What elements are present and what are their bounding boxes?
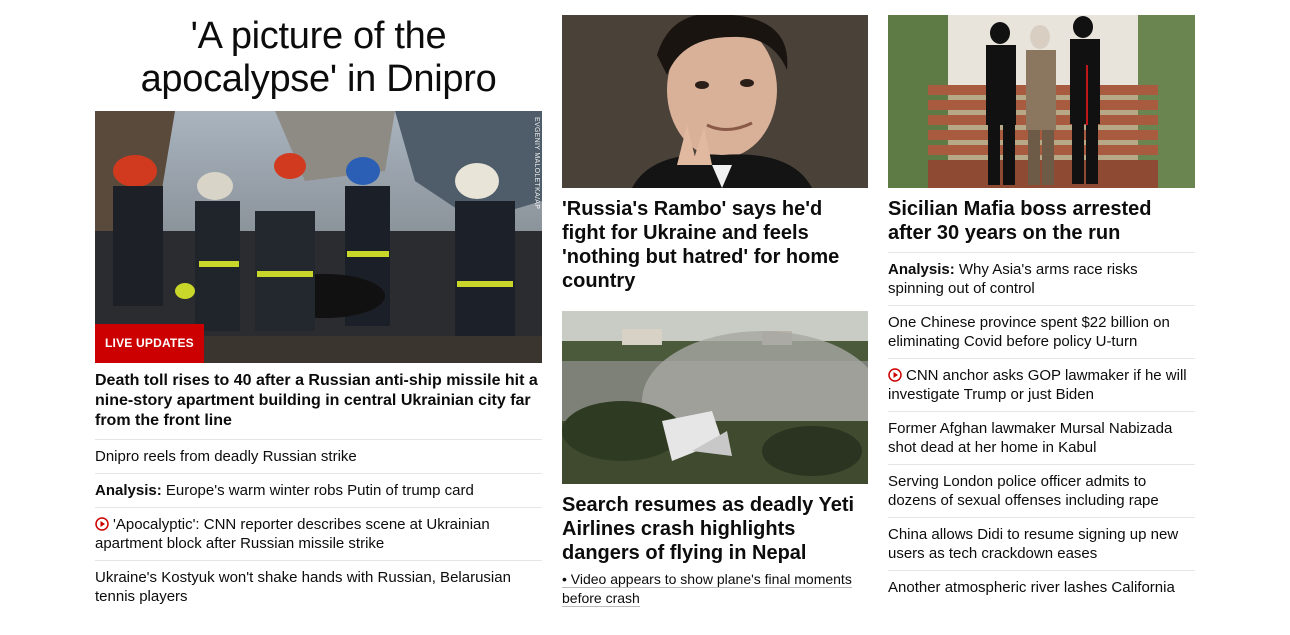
analysis-label: Analysis: <box>95 482 162 499</box>
list-item[interactable]: Analysis: Why Asia's arms race risks spi… <box>888 252 1195 305</box>
live-updates-badge[interactable]: LIVE UPDATES <box>95 324 204 363</box>
crash-site-photo <box>562 311 868 484</box>
play-circle-icon <box>95 517 109 531</box>
link-text: Europe's warm winter robs Putin of trump… <box>161 482 474 499</box>
mafia-headline[interactable]: Sicilian Mafia boss arrested after 30 ye… <box>888 188 1195 252</box>
list-item[interactable]: Analysis: Europe's warm winter robs Puti… <box>95 473 542 507</box>
link-text: One Chinese province spent $22 billion o… <box>888 314 1170 350</box>
mafia-story-image[interactable] <box>888 15 1195 188</box>
list-item[interactable]: Another atmospheric river lashes Califor… <box>888 570 1195 604</box>
link-text: China allows Didi to resume signing up n… <box>888 526 1179 562</box>
crash-video-link[interactable]: • Video appears to show plane's final mo… <box>562 565 868 608</box>
list-item[interactable]: Former Afghan lawmaker Mursal Nabizada s… <box>888 411 1195 464</box>
play-circle-icon <box>888 368 902 382</box>
related-links-list: Dnipro reels from deadly Russian strike A… <box>95 439 542 613</box>
crash-video-link-text: • Video appears to show plane's final mo… <box>562 571 852 607</box>
list-item[interactable]: CNN anchor asks GOP lawmaker if he will … <box>888 358 1195 411</box>
rambo-headline[interactable]: 'Russia's Rambo' says he'd fight for Ukr… <box>562 188 868 293</box>
link-text: Another atmospheric river lashes Califor… <box>888 579 1175 596</box>
link-text: CNN anchor asks GOP lawmaker if he will … <box>888 367 1187 403</box>
list-item[interactable]: 'Apocalyptic': CNN reporter describes sc… <box>95 507 542 560</box>
list-item[interactable]: Dnipro reels from deadly Russian strike <box>95 439 542 473</box>
link-text: Ukraine's Kostyuk won't shake hands with… <box>95 569 511 605</box>
link-text: Former Afghan lawmaker Mursal Nabizada s… <box>888 420 1173 456</box>
nepal-crash-headline[interactable]: Search resumes as deadly Yeti Airlines c… <box>562 484 868 565</box>
plane-crash-image[interactable] <box>562 311 868 484</box>
list-item[interactable]: Serving London police officer admits to … <box>888 464 1195 517</box>
link-text: Dnipro reels from deadly Russian strike <box>95 448 357 465</box>
list-item[interactable]: Ukraine's Kostyuk won't shake hands with… <box>95 560 542 613</box>
lead-story-column: 'A picture of the apocalypse' in Dnipro <box>95 15 542 613</box>
right-story-column: Sicilian Mafia boss arrested after 30 ye… <box>888 15 1195 604</box>
link-text: Serving London police officer admits to … <box>888 473 1159 509</box>
link-text: 'Apocalyptic': CNN reporter describes sc… <box>95 516 490 552</box>
right-links-list: Analysis: Why Asia's arms race risks spi… <box>888 252 1195 604</box>
list-item[interactable]: One Chinese province spent $22 billion o… <box>888 305 1195 358</box>
middle-story-column: 'Russia's Rambo' says he'd fight for Ukr… <box>562 15 868 608</box>
section-title[interactable]: 'A picture of the apocalypse' in Dnipro <box>95 15 542 101</box>
photo-credit: EVGENIY MALOLETKA/AP <box>533 117 540 210</box>
arrest-photo <box>888 15 1195 188</box>
lead-story-image[interactable]: EVGENIY MALOLETKA/AP LIVE UPDATES <box>95 111 542 363</box>
rambo-story-image[interactable] <box>562 15 868 188</box>
man-portrait-photo <box>562 15 868 188</box>
list-item[interactable]: China allows Didi to resume signing up n… <box>888 517 1195 570</box>
lead-headline[interactable]: Death toll rises to 40 after a Russian a… <box>95 363 542 439</box>
analysis-label: Analysis: <box>888 261 955 278</box>
